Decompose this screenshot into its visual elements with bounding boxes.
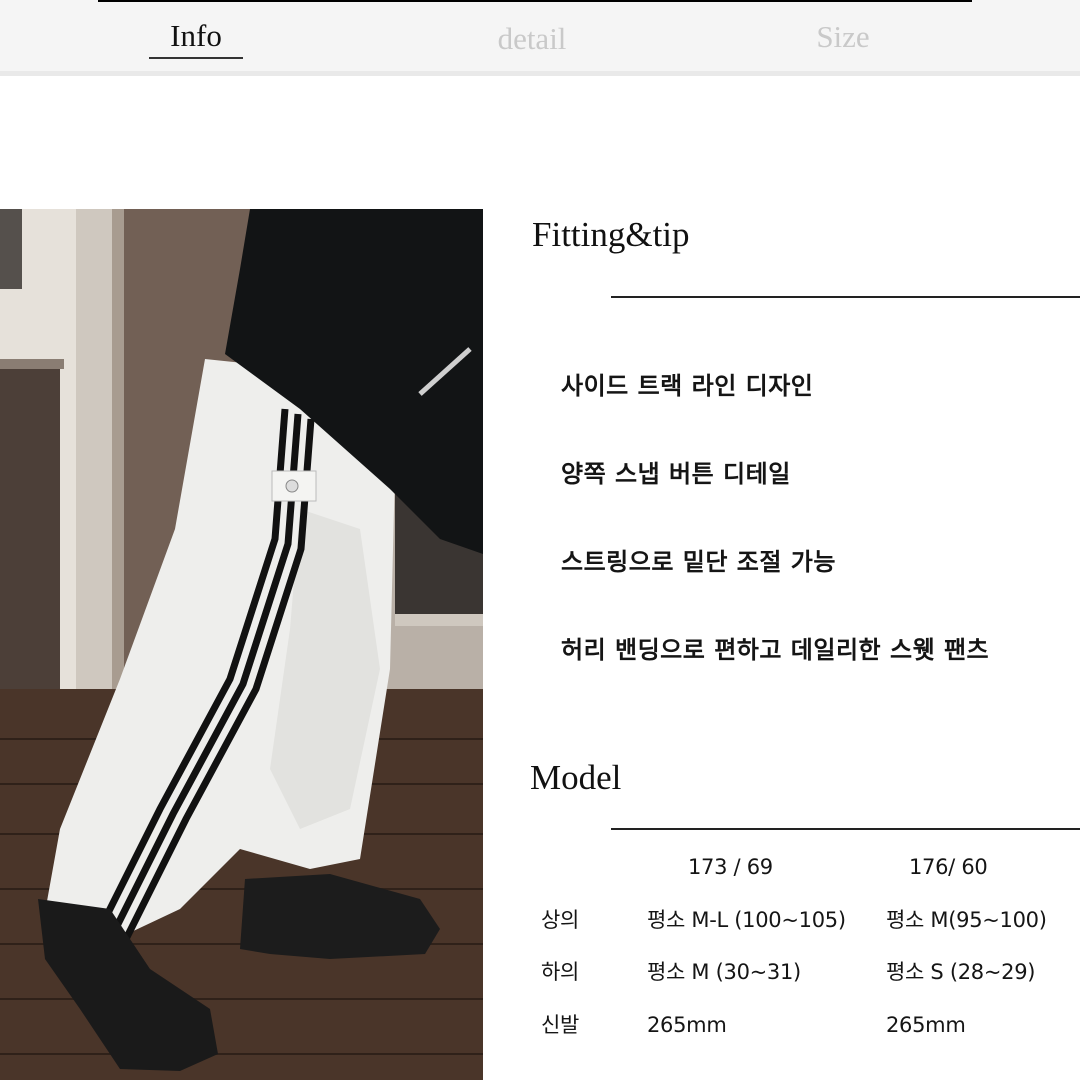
model-row-label-shoes: 신발: [541, 1013, 580, 1037]
model-row-label-top: 상의: [541, 908, 580, 932]
tab-detail[interactable]: detail: [472, 17, 592, 61]
fitting-divider: [611, 296, 1080, 298]
fitting-tip: 스트링으로 밑단 조절 가능: [561, 548, 836, 576]
model-divider: [611, 828, 1080, 830]
model-header-height-weight: 173 / 69: [688, 855, 773, 879]
model-size-cell: 평소 M(95~100): [886, 908, 1047, 932]
fitting-section-title: Fitting&tip: [532, 215, 690, 254]
product-photo-illustration: [0, 209, 483, 1080]
model-size-cell: 평소 M (30~31): [647, 960, 801, 984]
top-divider: [98, 0, 972, 2]
active-tab-indicator: [149, 57, 243, 59]
fitting-tip: 양쪽 스냅 버튼 디테일: [561, 460, 791, 488]
model-size-cell: 265mm: [647, 1013, 727, 1037]
model-size-cell: 평소 M-L (100~105): [647, 908, 846, 932]
model-size-cell: 평소 S (28~29): [886, 960, 1036, 984]
model-row-label-bottom: 하의: [541, 960, 580, 984]
cabinet: [0, 364, 60, 714]
fitting-tip: 사이드 트랙 라인 디자인: [561, 372, 814, 400]
door-frame: [76, 209, 112, 719]
model-section-title: Model: [530, 758, 622, 797]
fitting-tip: 허리 밴딩으로 편하고 데일리한 스웻 팬츠: [561, 636, 990, 664]
snap-button: [285, 479, 299, 493]
product-photo: [0, 209, 483, 1080]
model-header-height-weight: 176/ 60: [909, 855, 988, 879]
tab-bar-shadow: [0, 71, 1080, 76]
model-size-cell: 265mm: [886, 1013, 966, 1037]
tab-size[interactable]: Size: [788, 15, 898, 59]
tab-info[interactable]: Info: [149, 14, 243, 58]
